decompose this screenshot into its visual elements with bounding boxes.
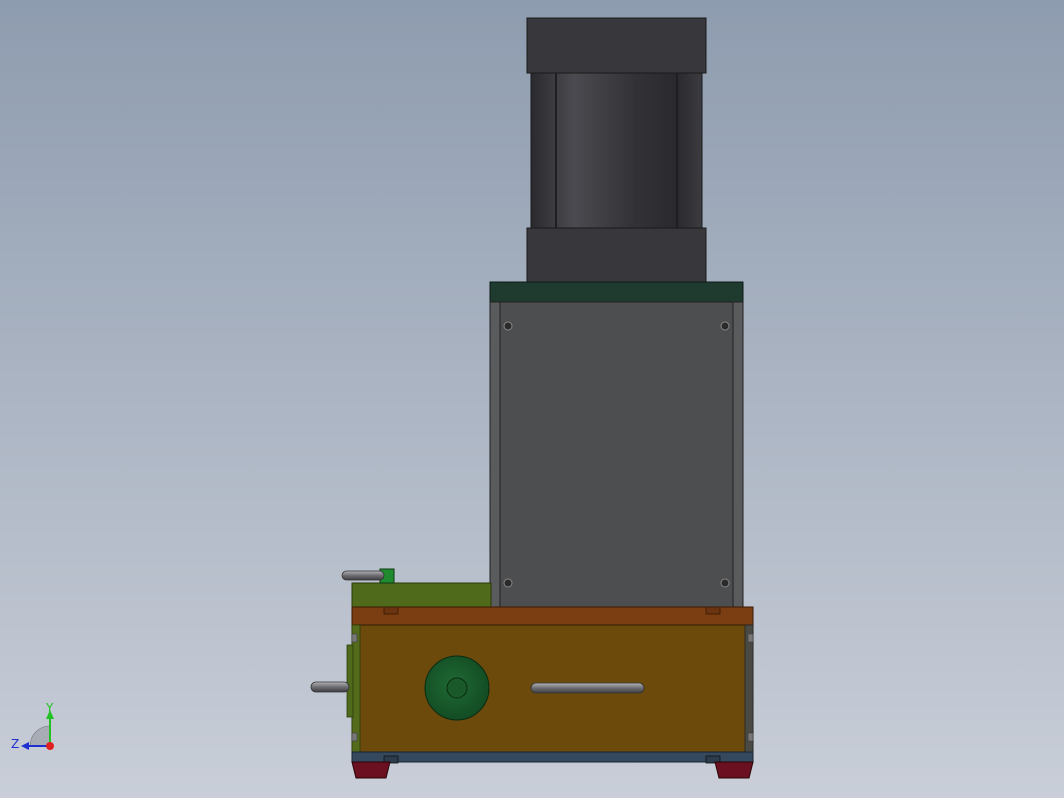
base-pull-handle[interactable] xyxy=(530,682,645,694)
side-green-block xyxy=(351,582,492,609)
side-pin-handle[interactable] xyxy=(310,681,350,693)
knob-center xyxy=(446,677,468,699)
stud-left-bottom xyxy=(351,732,358,742)
screw-bottom-left xyxy=(503,578,513,588)
motor-top-cap xyxy=(526,17,707,74)
housing-side-right xyxy=(732,301,744,608)
housing-side-left xyxy=(489,301,501,608)
base-left-flange xyxy=(346,644,354,718)
screw-top-right xyxy=(720,321,730,331)
foot-right xyxy=(714,761,754,779)
foot-left xyxy=(351,761,391,779)
stud-right-top xyxy=(747,633,754,643)
gear-housing[interactable] xyxy=(489,281,744,608)
stud-right-bottom xyxy=(747,732,754,742)
base-bottom-plate xyxy=(351,751,754,763)
base-top-plate xyxy=(351,606,754,626)
housing-top-plate xyxy=(489,281,744,303)
cad-viewport[interactable]: Y Z xyxy=(0,0,1064,798)
triad-z-label: Z xyxy=(11,737,19,751)
motor-assembly[interactable] xyxy=(526,17,707,283)
adjustment-knob[interactable] xyxy=(424,655,490,721)
screw-bottom-right xyxy=(720,578,730,588)
base-plate-tab-left xyxy=(383,606,399,615)
triad-origin xyxy=(46,742,54,750)
housing-front-panel xyxy=(499,301,734,608)
motor-bottom-cap xyxy=(526,227,707,283)
upper-lever-handle[interactable] xyxy=(341,570,385,581)
screw-top-left xyxy=(503,321,513,331)
stud-left-top xyxy=(351,633,358,643)
base-plate-tab-right xyxy=(705,606,721,615)
triad-y-label: Y xyxy=(45,701,54,715)
